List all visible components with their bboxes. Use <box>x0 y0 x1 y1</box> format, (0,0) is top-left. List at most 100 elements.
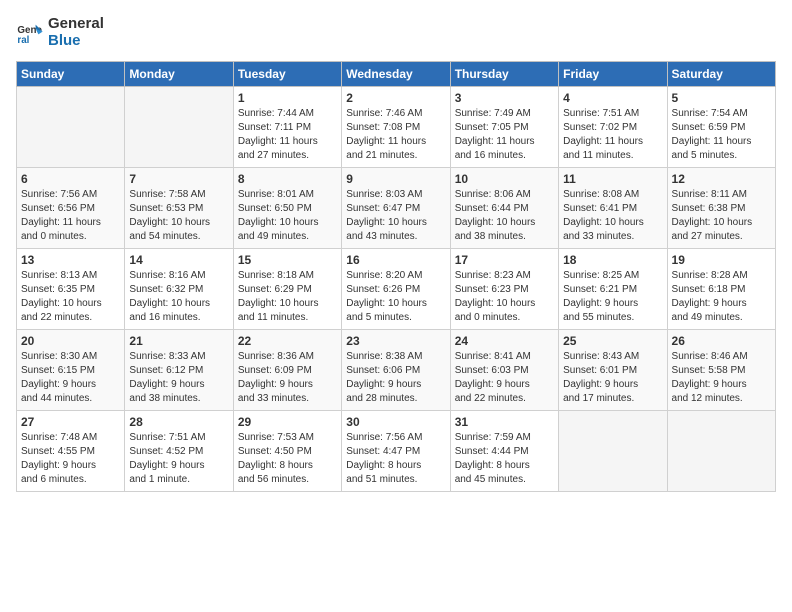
day-number: 31 <box>455 415 554 429</box>
day-info: Sunrise: 8:33 AM Sunset: 6:12 PM Dayligh… <box>129 350 228 406</box>
day-number: 22 <box>238 334 337 348</box>
calendar-cell: 5 Sunrise: 7:54 AM Sunset: 6:59 PM Daylig… <box>667 87 775 168</box>
day-number: 10 <box>455 172 554 186</box>
day-number: 25 <box>563 334 662 348</box>
day-info: Sunrise: 8:23 AM Sunset: 6:23 PM Dayligh… <box>455 269 554 325</box>
calendar-cell: 14 Sunrise: 8:16 AM Sunset: 6:32 PM Dayli… <box>125 249 233 330</box>
weekday-header: Saturday <box>667 62 775 87</box>
day-number: 14 <box>129 253 228 267</box>
day-info: Sunrise: 8:41 AM Sunset: 6:03 PM Dayligh… <box>455 350 554 406</box>
calendar-cell: 21 Sunrise: 8:33 AM Sunset: 6:12 PM Dayli… <box>125 330 233 411</box>
calendar-cell: 9 Sunrise: 8:03 AM Sunset: 6:47 PM Daylig… <box>342 168 450 249</box>
calendar-week-row: 1 Sunrise: 7:44 AM Sunset: 7:11 PM Daylig… <box>17 87 776 168</box>
day-number: 15 <box>238 253 337 267</box>
day-number: 27 <box>21 415 120 429</box>
day-info: Sunrise: 7:44 AM Sunset: 7:11 PM Dayligh… <box>238 107 337 163</box>
logo-icon: Gene ral <box>16 19 44 47</box>
day-info: Sunrise: 8:16 AM Sunset: 6:32 PM Dayligh… <box>129 269 228 325</box>
day-info: Sunrise: 7:46 AM Sunset: 7:08 PM Dayligh… <box>346 107 445 163</box>
day-number: 18 <box>563 253 662 267</box>
day-number: 4 <box>563 91 662 105</box>
day-number: 9 <box>346 172 445 186</box>
day-number: 29 <box>238 415 337 429</box>
day-number: 20 <box>21 334 120 348</box>
day-info: Sunrise: 7:58 AM Sunset: 6:53 PM Dayligh… <box>129 188 228 244</box>
calendar-week-row: 6 Sunrise: 7:56 AM Sunset: 6:56 PM Daylig… <box>17 168 776 249</box>
day-info: Sunrise: 8:11 AM Sunset: 6:38 PM Dayligh… <box>672 188 771 244</box>
day-number: 5 <box>672 91 771 105</box>
calendar-cell: 13Sunrise: 8:13 AM Sunset: 6:35 PM Dayli… <box>17 249 125 330</box>
day-number: 24 <box>455 334 554 348</box>
calendar-cell: 23 Sunrise: 8:38 AM Sunset: 6:06 PM Dayli… <box>342 330 450 411</box>
day-number: 6 <box>21 172 120 186</box>
svg-text:ral: ral <box>17 34 29 45</box>
calendar-cell: 16 Sunrise: 8:20 AM Sunset: 6:26 PM Dayli… <box>342 249 450 330</box>
calendar-cell: 26Sunrise: 8:46 AM Sunset: 5:58 PM Dayli… <box>667 330 775 411</box>
calendar-cell: 7 Sunrise: 7:58 AM Sunset: 6:53 PM Daylig… <box>125 168 233 249</box>
calendar-cell: 8Sunrise: 8:01 AM Sunset: 6:50 PM Daylig… <box>233 168 341 249</box>
calendar-cell <box>17 87 125 168</box>
day-number: 17 <box>455 253 554 267</box>
day-info: Sunrise: 7:56 AM Sunset: 4:47 PM Dayligh… <box>346 431 445 487</box>
day-info: Sunrise: 7:53 AM Sunset: 4:50 PM Dayligh… <box>238 431 337 487</box>
day-number: 8 <box>238 172 337 186</box>
calendar-cell: 19Sunrise: 8:28 AM Sunset: 6:18 PM Dayli… <box>667 249 775 330</box>
calendar-cell: 10 Sunrise: 8:06 AM Sunset: 6:44 PM Dayli… <box>450 168 558 249</box>
day-info: Sunrise: 8:03 AM Sunset: 6:47 PM Dayligh… <box>346 188 445 244</box>
day-number: 28 <box>129 415 228 429</box>
day-info: Sunrise: 8:25 AM Sunset: 6:21 PM Dayligh… <box>563 269 662 325</box>
day-number: 16 <box>346 253 445 267</box>
calendar-cell: 30 Sunrise: 7:56 AM Sunset: 4:47 PM Dayli… <box>342 411 450 492</box>
day-info: Sunrise: 7:51 AM Sunset: 7:02 PM Dayligh… <box>563 107 662 163</box>
calendar-cell: 27 Sunrise: 7:48 AM Sunset: 4:55 PM Dayli… <box>17 411 125 492</box>
weekday-header: Thursday <box>450 62 558 87</box>
calendar-cell: 20 Sunrise: 8:30 AM Sunset: 6:15 PM Dayli… <box>17 330 125 411</box>
day-number: 13 <box>21 253 120 267</box>
day-info: Sunrise: 7:56 AM Sunset: 6:56 PM Dayligh… <box>21 188 120 244</box>
calendar-cell: 11 Sunrise: 8:08 AM Sunset: 6:41 PM Dayli… <box>559 168 667 249</box>
day-number: 21 <box>129 334 228 348</box>
weekday-header: Friday <box>559 62 667 87</box>
day-number: 19 <box>672 253 771 267</box>
logo: Gene ral General Blue <box>16 16 104 49</box>
calendar-table: SundayMondayTuesdayWednesdayThursdayFrid… <box>16 61 776 492</box>
weekday-header: Wednesday <box>342 62 450 87</box>
day-number: 3 <box>455 91 554 105</box>
day-info: Sunrise: 8:38 AM Sunset: 6:06 PM Dayligh… <box>346 350 445 406</box>
day-info: Sunrise: 8:43 AM Sunset: 6:01 PM Dayligh… <box>563 350 662 406</box>
calendar-cell: 17 Sunrise: 8:23 AM Sunset: 6:23 PM Dayli… <box>450 249 558 330</box>
calendar-cell: 18 Sunrise: 8:25 AM Sunset: 6:21 PM Dayli… <box>559 249 667 330</box>
day-number: 30 <box>346 415 445 429</box>
calendar-cell <box>667 411 775 492</box>
calendar-week-row: 27 Sunrise: 7:48 AM Sunset: 4:55 PM Dayli… <box>17 411 776 492</box>
day-info: Sunrise: 8:30 AM Sunset: 6:15 PM Dayligh… <box>21 350 120 406</box>
day-info: Sunrise: 7:54 AM Sunset: 6:59 PM Dayligh… <box>672 107 771 163</box>
calendar-cell: 3 Sunrise: 7:49 AM Sunset: 7:05 PM Daylig… <box>450 87 558 168</box>
day-info: Sunrise: 7:49 AM Sunset: 7:05 PM Dayligh… <box>455 107 554 163</box>
logo-blue: Blue <box>48 33 104 50</box>
weekday-header: Tuesday <box>233 62 341 87</box>
weekday-header-row: SundayMondayTuesdayWednesdayThursdayFrid… <box>17 62 776 87</box>
calendar-cell: 2 Sunrise: 7:46 AM Sunset: 7:08 PM Daylig… <box>342 87 450 168</box>
day-info: Sunrise: 7:51 AM Sunset: 4:52 PM Dayligh… <box>129 431 228 487</box>
weekday-header: Sunday <box>17 62 125 87</box>
page-header: Gene ral General Blue <box>16 16 776 49</box>
day-number: 2 <box>346 91 445 105</box>
weekday-header: Monday <box>125 62 233 87</box>
day-info: Sunrise: 7:48 AM Sunset: 4:55 PM Dayligh… <box>21 431 120 487</box>
day-info: Sunrise: 8:18 AM Sunset: 6:29 PM Dayligh… <box>238 269 337 325</box>
calendar-cell: 24 Sunrise: 8:41 AM Sunset: 6:03 PM Dayli… <box>450 330 558 411</box>
day-info: Sunrise: 8:08 AM Sunset: 6:41 PM Dayligh… <box>563 188 662 244</box>
calendar-cell: 31 Sunrise: 7:59 AM Sunset: 4:44 PM Dayli… <box>450 411 558 492</box>
calendar-cell: 15 Sunrise: 8:18 AM Sunset: 6:29 PM Dayli… <box>233 249 341 330</box>
day-info: Sunrise: 8:36 AM Sunset: 6:09 PM Dayligh… <box>238 350 337 406</box>
day-info: Sunrise: 8:20 AM Sunset: 6:26 PM Dayligh… <box>346 269 445 325</box>
day-info: Sunrise: 8:06 AM Sunset: 6:44 PM Dayligh… <box>455 188 554 244</box>
day-number: 23 <box>346 334 445 348</box>
day-info: Sunrise: 7:59 AM Sunset: 4:44 PM Dayligh… <box>455 431 554 487</box>
day-number: 7 <box>129 172 228 186</box>
day-number: 11 <box>563 172 662 186</box>
calendar-cell <box>559 411 667 492</box>
calendar-week-row: 20 Sunrise: 8:30 AM Sunset: 6:15 PM Dayli… <box>17 330 776 411</box>
day-number: 1 <box>238 91 337 105</box>
